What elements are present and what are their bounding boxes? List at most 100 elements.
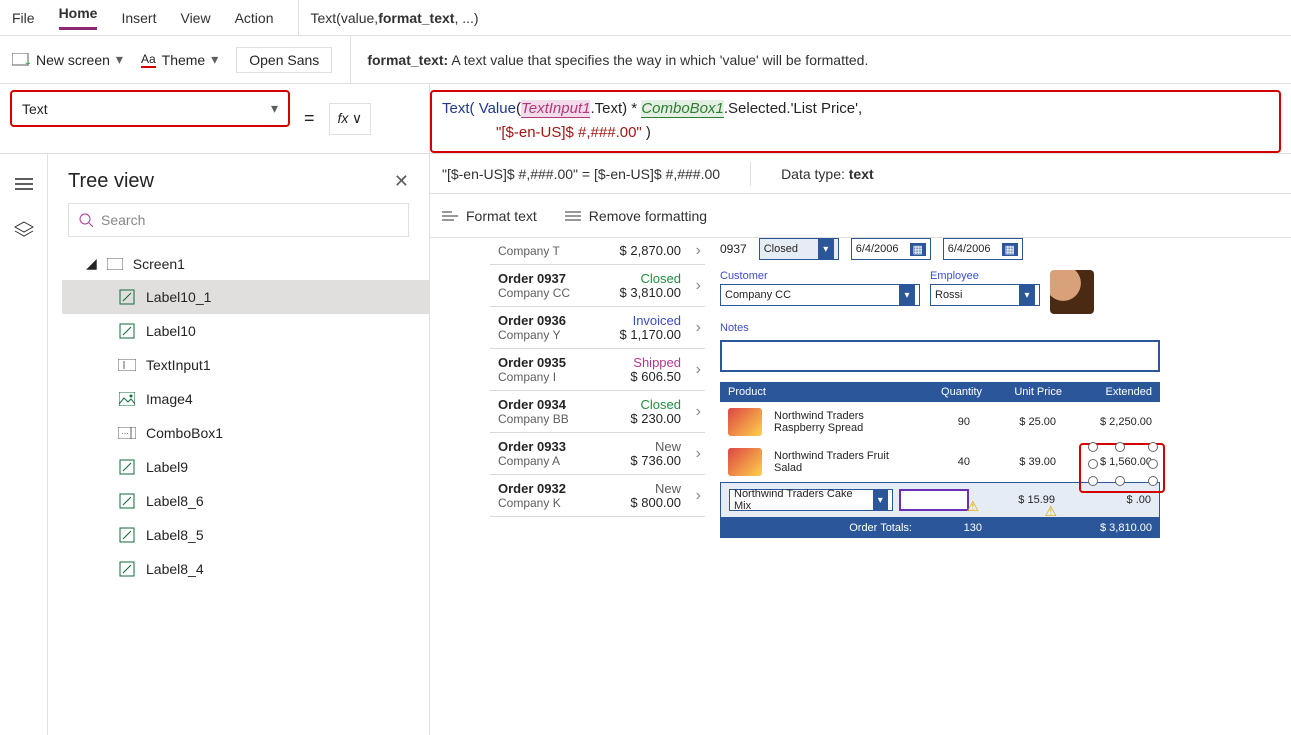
status-dropdown[interactable]: Closed▾ <box>759 238 839 260</box>
property-selector[interactable]: Text <box>10 90 290 127</box>
input-ext: $ .00 <box>1061 494 1151 506</box>
tree-root[interactable]: ◢ Screen1 <box>62 247 429 280</box>
order-item[interactable]: Company T$ 2,870.00› <box>490 238 705 265</box>
datatype-value: text <box>849 166 874 182</box>
tree-item-combobox1[interactable]: ⋯ComboBox1 <box>62 416 429 450</box>
product-header: Product Quantity Unit Price Extended <box>720 382 1160 402</box>
chevron-down-icon <box>271 100 278 117</box>
help-label: format_text: <box>367 52 448 68</box>
menu-action[interactable]: Action <box>235 10 274 26</box>
new-screen-label: New screen <box>36 52 110 68</box>
tree-item-label8_5[interactable]: Label8_5 <box>62 518 429 552</box>
close-icon[interactable]: ✕ <box>394 171 409 192</box>
product-price: $ 25.00 <box>976 416 1056 428</box>
tree-item-textinput1[interactable]: TextInput1 <box>62 348 429 382</box>
product-combobox[interactable]: Northwind Traders Cake Mix▾ <box>729 489 893 511</box>
remove-formatting-label: Remove formatting <box>589 208 707 224</box>
signature-arg: format_text <box>378 10 454 26</box>
product-price: $ 39.00 <box>976 456 1056 468</box>
product-row: Northwind Traders Raspberry Spread90$ 25… <box>720 402 1160 442</box>
menu-home[interactable]: Home <box>59 5 98 30</box>
theme-icon: Aa <box>141 52 156 68</box>
col-qty: Quantity <box>912 386 982 398</box>
tree-item-label: Label8_4 <box>146 561 204 577</box>
tok: .Selected.'List Price', <box>724 100 862 117</box>
notes-input[interactable] <box>720 340 1160 372</box>
tree-search[interactable]: Search <box>68 203 409 237</box>
left-rail <box>0 154 48 735</box>
property-bar: Text = fx ∨ <box>0 84 429 154</box>
tree-item-image4[interactable]: Image4 <box>62 382 429 416</box>
customer-label: Customer <box>720 270 920 282</box>
order-item[interactable]: Order 0935Company IShipped$ 606.50› <box>490 349 705 391</box>
combo-icon: ⋯ <box>118 424 136 442</box>
order-detail: 0937 Closed▾ 6/4/2006▦ 6/4/2006▦ Custome… <box>720 238 1160 538</box>
menu-insert[interactable]: Insert <box>121 10 156 26</box>
pencil-icon <box>118 560 136 578</box>
date2-picker[interactable]: 6/4/2006▦ <box>943 238 1023 260</box>
order-status: Invoiced <box>633 313 681 328</box>
property-name: Text <box>22 101 48 117</box>
ribbon: + New screen Aa Theme Open Sans format_t… <box>0 36 1291 84</box>
tree-view-panel: Tree view ✕ Search ◢ Screen1 Label10_1La… <box>48 154 429 735</box>
format-text-button[interactable]: Format text <box>442 208 537 224</box>
customer-dropdown[interactable]: Company CC▾ <box>720 284 920 306</box>
layers-icon[interactable] <box>12 218 36 242</box>
product-name: Northwind Traders Raspberry Spread <box>774 410 894 434</box>
order-amount: $ 230.00 <box>630 411 681 426</box>
formula-result: "[$-en-US]$ #,###.00" = [$-en-US]$ #,###… <box>430 154 1291 194</box>
font-selector[interactable]: Open Sans <box>236 47 332 73</box>
top-menu: File Home Insert View Action Text(value,… <box>0 0 1291 36</box>
date1-picker[interactable]: 6/4/2006▦ <box>851 238 931 260</box>
theme-button[interactable]: Aa Theme <box>141 51 218 68</box>
menu-view[interactable]: View <box>180 10 210 26</box>
order-amount: $ 3,810.00 <box>620 285 681 300</box>
new-screen-button[interactable]: + New screen <box>12 51 123 68</box>
tree-item-label9[interactable]: Label9 <box>62 450 429 484</box>
tok: Value <box>479 100 516 117</box>
col-price: Unit Price <box>982 386 1062 398</box>
order-item[interactable]: Order 0932Company KNew$ 800.00› <box>490 475 705 517</box>
order-item[interactable]: Order 0936Company YInvoiced$ 1,170.00› <box>490 307 705 349</box>
fx-button[interactable]: fx ∨ <box>329 103 372 135</box>
remove-formatting-button[interactable]: Remove formatting <box>565 208 707 224</box>
order-amount: $ 800.00 <box>630 495 681 510</box>
order-item[interactable]: Order 0933Company ANew$ 736.00› <box>490 433 705 475</box>
tree-item-label: Label8_5 <box>146 527 204 543</box>
tree-item-label10_1[interactable]: Label10_1 <box>62 280 429 314</box>
product-thumb <box>728 448 762 476</box>
pencil-icon <box>118 288 136 306</box>
menu-file[interactable]: File <box>12 10 35 26</box>
formula-bar-wrap: Text( Value(TextInput1.Text) * ComboBox1… <box>430 84 1291 154</box>
input-price: $ 15.99⚠ <box>975 494 1055 506</box>
tok: ) <box>642 124 651 141</box>
order-amount: $ 2,870.00 <box>620 243 681 258</box>
quantity-input[interactable] <box>899 489 969 511</box>
col-ext: Extended <box>1062 386 1152 398</box>
signature-suffix: , ...) <box>454 10 478 26</box>
format-text-label: Format text <box>466 208 537 224</box>
selection-handles[interactable] <box>1093 447 1153 481</box>
order-item[interactable]: Order 0937Company CCClosed$ 3,810.00› <box>490 265 705 307</box>
canvas[interactable]: Company T$ 2,870.00›Order 0937Company CC… <box>430 238 1291 735</box>
product-input-row: Northwind Traders Cake Mix▾ ⚠ $ 15.99⚠ $… <box>720 482 1160 518</box>
order-item[interactable]: Order 0934Company BBClosed$ 230.00› <box>490 391 705 433</box>
pencil-icon <box>118 492 136 510</box>
collapse-icon[interactable]: ◢ <box>86 255 97 272</box>
chevron-right-icon: › <box>696 242 701 260</box>
pencil-icon <box>118 526 136 544</box>
tree-item-label8_6[interactable]: Label8_6 <box>62 484 429 518</box>
tree-item-label: Image4 <box>146 391 193 407</box>
order-amount: $ 606.50 <box>630 369 681 384</box>
tree-item-label10[interactable]: Label10 <box>62 314 429 348</box>
hamburger-icon[interactable] <box>12 172 36 196</box>
chevron-down-icon <box>116 51 123 68</box>
formula-bar[interactable]: Text( Value(TextInput1.Text) * ComboBox1… <box>430 90 1281 153</box>
chevron-right-icon: › <box>696 487 701 505</box>
product-name: Northwind Traders Fruit Salad <box>774 450 894 474</box>
tree-item-label8_4[interactable]: Label8_4 <box>62 552 429 586</box>
chevron-right-icon: › <box>696 319 701 337</box>
employee-dropdown[interactable]: Rossi▾ <box>930 284 1040 306</box>
image-icon <box>118 390 136 408</box>
pencil-icon <box>118 322 136 340</box>
